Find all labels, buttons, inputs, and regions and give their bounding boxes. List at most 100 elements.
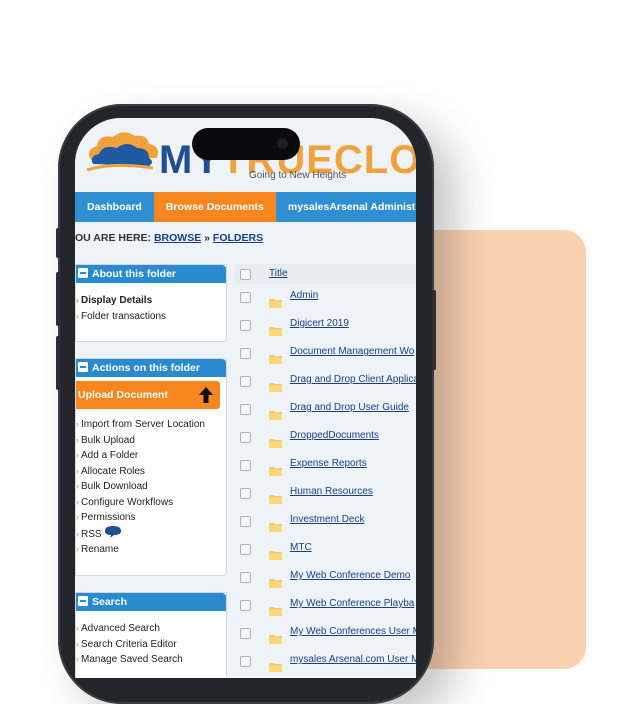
folder-name-link[interactable]: DroppedDocuments bbox=[290, 430, 379, 441]
folder-name-link[interactable]: Expense Reports bbox=[290, 458, 367, 469]
phone-side-button bbox=[56, 228, 60, 258]
nav-dashboard[interactable]: Dashboard bbox=[75, 192, 154, 222]
folder-icon bbox=[269, 495, 282, 504]
folder-name-link[interactable]: Investment Deck bbox=[290, 514, 364, 525]
folder-name-link[interactable]: Human Resources bbox=[290, 486, 373, 497]
folder-icon bbox=[269, 411, 282, 420]
tagline: Going to New Heights bbox=[249, 170, 347, 181]
folder-name-link[interactable]: Drag and Drop User Guide bbox=[290, 402, 409, 413]
nav-browse-documents[interactable]: Browse Documents bbox=[153, 192, 276, 222]
actions-folder-header[interactable]: Actions on this folder bbox=[76, 359, 226, 377]
dynamic-island bbox=[192, 128, 300, 160]
search-header[interactable]: Search bbox=[76, 593, 226, 611]
folder-icon bbox=[269, 327, 282, 336]
folder-transactions-link[interactable]: Folder transactions bbox=[76, 309, 226, 325]
folder-name-link[interactable]: My Web Conference Demo bbox=[290, 570, 410, 581]
phone-side-button bbox=[432, 290, 436, 370]
search-criteria-editor-link[interactable]: Search Criteria Editor bbox=[76, 637, 226, 653]
folder-name-link[interactable]: Document Management Wo bbox=[290, 346, 414, 357]
folder-icon bbox=[269, 439, 282, 448]
table-row[interactable]: My Web Conference Demo bbox=[234, 564, 416, 592]
manage-saved-search-link[interactable]: Manage Saved Search bbox=[76, 652, 226, 668]
folder-name-link[interactable]: My Web Conferences User M bbox=[290, 626, 416, 637]
folder-icon bbox=[269, 523, 282, 532]
folder-table: Title Admin Digicert 2019 Document Managem… bbox=[234, 264, 416, 676]
row-checkbox[interactable] bbox=[240, 600, 251, 611]
row-checkbox[interactable] bbox=[240, 404, 251, 415]
row-checkbox[interactable] bbox=[240, 656, 251, 667]
folder-icon bbox=[269, 299, 282, 308]
import-server-link[interactable]: Import from Server Location bbox=[76, 417, 226, 433]
camera-icon bbox=[277, 138, 288, 149]
folder-icon bbox=[269, 383, 282, 392]
table-row[interactable]: My Web Conference Playba bbox=[234, 592, 416, 620]
row-checkbox[interactable] bbox=[240, 628, 251, 639]
table-row[interactable]: Admin bbox=[234, 284, 416, 312]
table-row[interactable]: Drag and Drop User Guide bbox=[234, 396, 416, 424]
row-checkbox[interactable] bbox=[240, 432, 251, 443]
breadcrumb: OU ARE HERE: BROWSE » FOLDERS bbox=[75, 232, 263, 244]
add-folder-link[interactable]: Add a Folder bbox=[76, 448, 226, 464]
title-column-header[interactable]: Title bbox=[269, 268, 288, 279]
folder-icon bbox=[269, 663, 282, 672]
advanced-search-link[interactable]: Advanced Search bbox=[76, 621, 226, 637]
minus-icon[interactable] bbox=[78, 268, 88, 278]
folder-icon bbox=[269, 579, 282, 588]
nav-administration[interactable]: mysalesArsenal Administratio bbox=[276, 192, 416, 222]
breadcrumb-folders[interactable]: FOLDERS bbox=[213, 232, 263, 244]
folder-name-link[interactable]: Admin bbox=[290, 290, 318, 301]
phone-side-button bbox=[56, 272, 60, 326]
phone-screen: MYTRUECLOUD Going to New Heights Dashboa… bbox=[75, 118, 416, 678]
table-row[interactable]: mysales Arsenal.com User M bbox=[234, 648, 416, 676]
configure-workflows-link[interactable]: Configure Workflows bbox=[76, 495, 226, 511]
folder-icon bbox=[269, 551, 282, 560]
minus-icon[interactable] bbox=[78, 362, 88, 372]
folder-name-link[interactable]: Digicert 2019 bbox=[290, 318, 349, 329]
row-checkbox[interactable] bbox=[240, 544, 251, 555]
folder-name-link[interactable]: My Web Conference Playba bbox=[290, 598, 414, 609]
permissions-link[interactable]: Permissions bbox=[76, 510, 226, 526]
breadcrumb-sep: » bbox=[204, 232, 210, 244]
breadcrumb-prefix: OU ARE HERE: bbox=[75, 232, 152, 244]
select-all-checkbox[interactable] bbox=[240, 269, 251, 280]
display-details-link[interactable]: Display Details bbox=[76, 293, 226, 309]
folder-icon bbox=[269, 355, 282, 364]
rss-bubble-icon bbox=[105, 525, 122, 538]
table-row[interactable]: Expense Reports bbox=[234, 452, 416, 480]
row-checkbox[interactable] bbox=[240, 572, 251, 583]
breadcrumb-browse[interactable]: BROWSE bbox=[154, 232, 201, 244]
rss-link[interactable]: RSS bbox=[76, 525, 226, 543]
row-checkbox[interactable] bbox=[240, 516, 251, 527]
table-row[interactable]: Drag and Drop Client Applica bbox=[234, 368, 416, 396]
about-folder-panel: About this folder Display Details Folder… bbox=[75, 264, 227, 342]
table-row[interactable]: Human Resources bbox=[234, 480, 416, 508]
about-folder-header[interactable]: About this folder bbox=[76, 265, 226, 283]
folder-icon bbox=[269, 635, 282, 644]
bulk-download-link[interactable]: Bulk Download bbox=[76, 479, 226, 495]
table-row[interactable]: Document Management Wo bbox=[234, 340, 416, 368]
minus-icon[interactable] bbox=[78, 596, 88, 606]
table-row[interactable]: Digicert 2019 bbox=[234, 312, 416, 340]
folder-name-link[interactable]: MTC bbox=[290, 542, 312, 553]
table-row[interactable]: My Web Conferences User M bbox=[234, 620, 416, 648]
row-checkbox[interactable] bbox=[240, 348, 251, 359]
table-row[interactable]: MTC bbox=[234, 536, 416, 564]
phone-side-button bbox=[56, 336, 60, 390]
folder-icon bbox=[269, 607, 282, 616]
table-row[interactable]: DroppedDocuments bbox=[234, 424, 416, 452]
row-checkbox[interactable] bbox=[240, 320, 251, 331]
main-nav: Dashboard Browse Documents mysalesArsenal … bbox=[75, 192, 416, 222]
row-checkbox[interactable] bbox=[240, 376, 251, 387]
rename-link[interactable]: Rename bbox=[76, 542, 226, 558]
allocate-roles-link[interactable]: Allocate Roles bbox=[76, 464, 226, 480]
upload-document-button[interactable]: Upload Document bbox=[76, 381, 220, 409]
up-arrow-icon bbox=[199, 387, 213, 403]
folder-icon bbox=[269, 467, 282, 476]
table-row[interactable]: Investment Deck bbox=[234, 508, 416, 536]
row-checkbox[interactable] bbox=[240, 488, 251, 499]
row-checkbox[interactable] bbox=[240, 292, 251, 303]
bulk-upload-link[interactable]: Bulk Upload bbox=[76, 433, 226, 449]
folder-name-link[interactable]: mysales Arsenal.com User M bbox=[290, 654, 416, 665]
row-checkbox[interactable] bbox=[240, 460, 251, 471]
folder-name-link[interactable]: Drag and Drop Client Applica bbox=[290, 374, 416, 385]
